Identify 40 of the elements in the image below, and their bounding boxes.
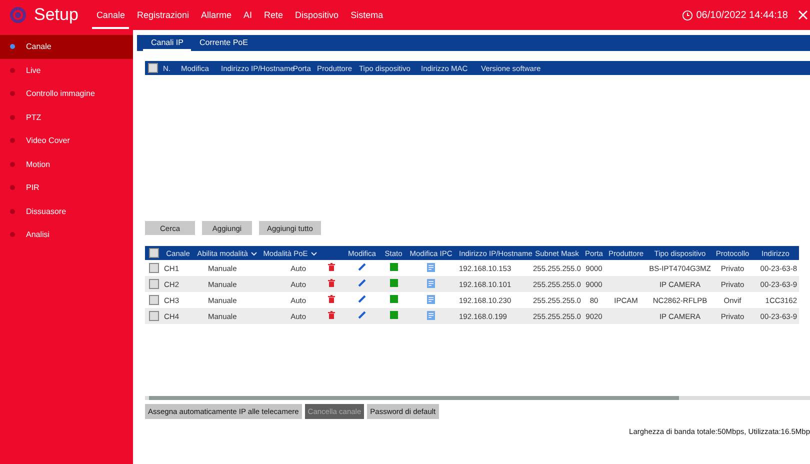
trash-icon[interactable]	[328, 295, 334, 303]
checkbox[interactable]	[148, 63, 158, 73]
sidebar-item[interactable]: Controllo immagine	[0, 82, 133, 106]
sidebar-item[interactable]: Motion	[0, 152, 133, 176]
chevron-down-icon	[250, 252, 257, 256]
menu-tab[interactable]: Allarme	[197, 2, 236, 28]
sidebar-item[interactable]: Canale	[0, 35, 133, 58]
sub-tab[interactable]: Canali IP	[143, 35, 192, 51]
sidebar-item[interactable]: PIR	[0, 176, 133, 200]
note-edit-icon[interactable]	[426, 262, 436, 272]
trash-icon[interactable]	[328, 263, 334, 271]
app-title: Setup	[34, 5, 78, 25]
close-icon[interactable]	[798, 10, 808, 20]
menu-tab[interactable]: AI	[240, 2, 256, 28]
scrollbar-thumb[interactable]	[149, 396, 679, 400]
checkbox[interactable]	[148, 263, 158, 273]
note-edit-icon[interactable]	[426, 278, 436, 288]
sidebar-item[interactable]: Dissuasore	[0, 200, 133, 223]
trash-icon[interactable]	[328, 311, 334, 319]
gear-logo-icon	[10, 7, 26, 23]
clock-icon	[682, 10, 694, 20]
menu-tab[interactable]: Rete	[260, 2, 288, 28]
trash-icon[interactable]	[328, 279, 334, 287]
date-time: 06/10/2022 14:44:18	[696, 10, 788, 20]
menu-tab[interactable]: Dispositivo	[291, 2, 343, 28]
menu-tab[interactable]: Sistema	[346, 2, 388, 28]
note-edit-icon[interactable]	[426, 310, 436, 320]
sidebar-item[interactable]: Video Cover	[0, 129, 133, 152]
checkbox[interactable]	[148, 311, 158, 321]
note-edit-icon[interactable]	[426, 294, 436, 304]
menu-tab[interactable]: Registrazioni	[132, 2, 193, 28]
horizontal-scrollbar[interactable]	[145, 396, 810, 400]
checkbox[interactable]	[148, 248, 158, 258]
sidebar-item[interactable]: Analisi	[0, 223, 133, 246]
chevron-down-icon	[310, 252, 317, 256]
sub-tab[interactable]: Corrente PoE	[191, 35, 256, 51]
sidebar-item[interactable]: PTZ	[0, 106, 133, 129]
checkbox[interactable]	[148, 295, 158, 305]
checkbox[interactable]	[148, 279, 158, 289]
sidebar-item[interactable]: Live	[0, 58, 133, 82]
